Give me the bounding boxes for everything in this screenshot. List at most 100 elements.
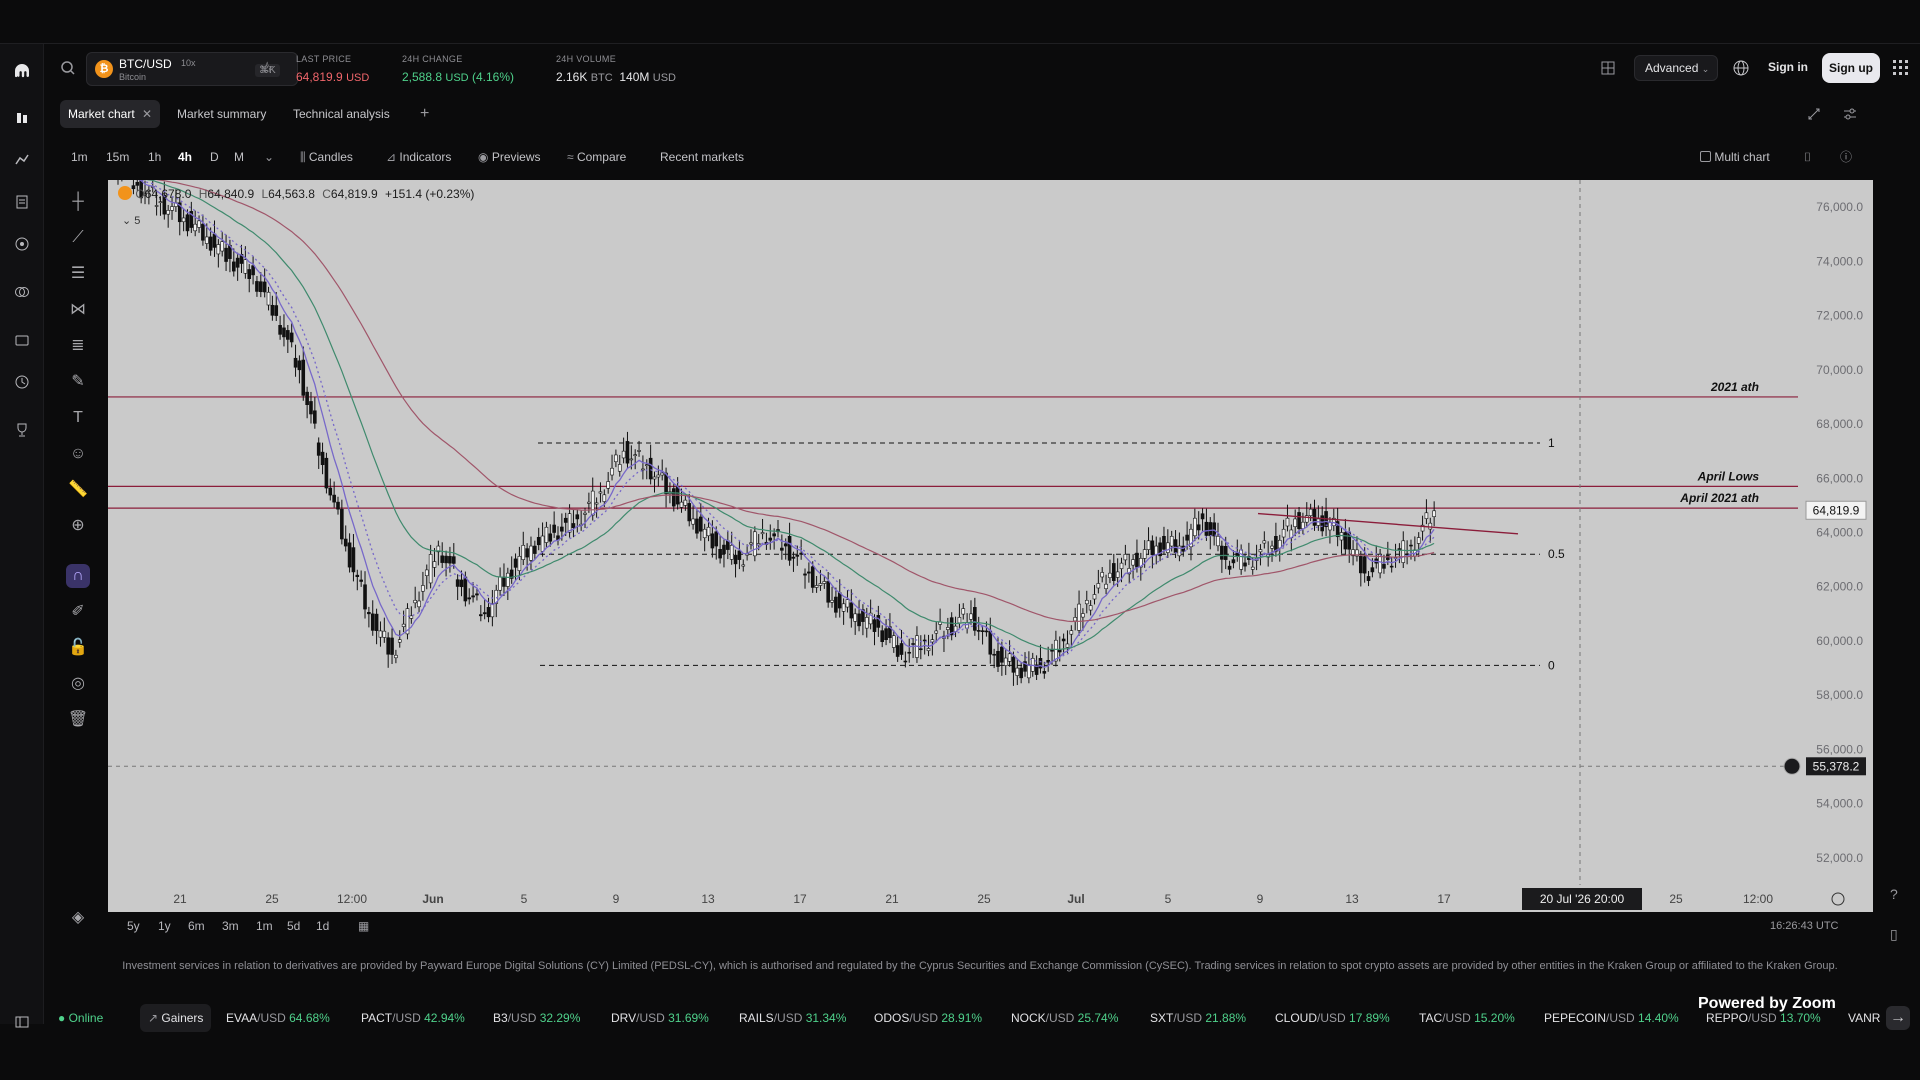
candle-body[interactable] <box>992 653 996 656</box>
candle-body[interactable] <box>340 508 344 540</box>
ticker-item[interactable]: NOCK/USD 25.74% <box>1011 1004 1118 1032</box>
candle-body[interactable] <box>278 325 282 335</box>
candle-body[interactable] <box>660 472 665 476</box>
candle-body[interactable] <box>1042 671 1047 674</box>
candle-body[interactable] <box>637 450 641 452</box>
candle-body[interactable] <box>1359 556 1363 574</box>
book-icon[interactable]: ▯ <box>1890 926 1898 943</box>
candle-body[interactable] <box>590 490 595 516</box>
candle-body[interactable] <box>247 269 252 279</box>
emoji-icon[interactable]: ☺ <box>66 442 90 466</box>
ticker-item[interactable]: PEPECOIN/USD 14.40% <box>1544 1004 1679 1032</box>
candle-body[interactable] <box>1173 539 1178 553</box>
candle-body[interactable] <box>1061 638 1066 642</box>
recent-markets-button[interactable]: Recent markets <box>660 146 744 168</box>
candle-body[interactable] <box>706 526 711 537</box>
candle-body[interactable] <box>382 630 387 638</box>
candle-body[interactable] <box>710 533 715 549</box>
text-icon[interactable]: T <box>66 406 90 430</box>
candle-body[interactable] <box>718 549 722 559</box>
candle-body[interactable] <box>1293 518 1297 528</box>
candle-body[interactable] <box>1428 522 1433 530</box>
candle-body[interactable] <box>1057 649 1062 653</box>
candles-button[interactable]: ⫼ Candles <box>300 146 353 168</box>
candle-body[interactable] <box>1135 552 1139 568</box>
candle-body[interactable] <box>266 291 271 306</box>
candle-body[interactable] <box>976 630 981 632</box>
candle-body[interactable] <box>204 236 209 244</box>
candle-body[interactable] <box>386 637 390 655</box>
candle-body[interactable] <box>1154 545 1159 556</box>
wallet-icon[interactable] <box>12 332 32 352</box>
candle-body[interactable] <box>1370 567 1375 573</box>
candle-body[interactable] <box>1220 545 1224 560</box>
candle-body[interactable] <box>1389 565 1394 568</box>
candle-body[interactable] <box>926 648 931 652</box>
candle-body[interactable] <box>737 550 742 560</box>
candle-body[interactable] <box>988 630 993 655</box>
candle-body[interactable] <box>301 359 306 396</box>
candle-body[interactable] <box>687 503 692 522</box>
ticker-item[interactable]: DRV/USD 31.69% <box>611 1004 709 1032</box>
candle-body[interactable] <box>837 592 842 609</box>
candle-body[interactable] <box>1019 667 1023 679</box>
candle-body[interactable] <box>1212 522 1216 537</box>
close-icon[interactable]: ✕ <box>142 107 152 121</box>
candle-body[interactable] <box>876 615 881 628</box>
chart-icon[interactable] <box>12 110 32 130</box>
tab-market-chart[interactable]: Market chart ✕ <box>60 100 161 128</box>
candle-body[interactable] <box>324 457 329 489</box>
candle-body[interactable] <box>787 535 792 561</box>
star-icon[interactable]: ☆ <box>260 58 274 78</box>
candle-body[interactable] <box>231 261 236 272</box>
layout-icon[interactable] <box>1600 60 1616 81</box>
candle-body[interactable] <box>521 545 526 560</box>
candle-body[interactable] <box>309 401 313 415</box>
candle-body[interactable] <box>1339 532 1344 541</box>
candle-body[interactable] <box>1223 546 1228 560</box>
candle-body[interactable] <box>768 537 773 541</box>
candle-body[interactable] <box>475 593 479 596</box>
candle-body[interactable] <box>282 327 286 338</box>
candle-body[interactable] <box>293 357 298 368</box>
candle-body[interactable] <box>795 554 800 557</box>
candle-body[interactable] <box>274 305 279 316</box>
candle-body[interactable] <box>691 518 695 525</box>
candle-body[interactable] <box>220 241 225 252</box>
candle-body[interactable] <box>158 201 163 203</box>
candle-body[interactable] <box>1100 572 1105 578</box>
candle-body[interactable] <box>884 628 888 640</box>
candle-body[interactable] <box>857 613 861 627</box>
ticker-item[interactable]: CLOUD/USD 17.89% <box>1275 1004 1390 1032</box>
candle-body[interactable] <box>1115 571 1120 578</box>
candle-body[interactable] <box>513 558 518 568</box>
candle-body[interactable] <box>1196 524 1201 531</box>
horizontal-lines-icon[interactable]: ☰ <box>66 262 90 286</box>
candle-body[interactable] <box>567 513 572 533</box>
collapse-icon[interactable] <box>1806 106 1822 127</box>
advanced-mode-select[interactable]: Advanced ⌄ <box>1634 55 1718 81</box>
drawn-trendline[interactable] <box>1257 512 1519 535</box>
candle-body[interactable] <box>818 583 823 586</box>
kraken-logo-icon[interactable] <box>12 62 32 82</box>
fib-icon[interactable]: ≣ <box>66 334 90 358</box>
candle-body[interactable] <box>1262 540 1267 544</box>
candle-body[interactable] <box>255 281 259 292</box>
candle-body[interactable] <box>957 617 962 624</box>
candle-body[interactable] <box>803 573 807 576</box>
candle-body[interactable] <box>772 533 776 537</box>
candle-body[interactable] <box>1366 576 1371 581</box>
candle-body[interactable] <box>644 464 649 467</box>
candle-body[interactable] <box>1274 535 1278 552</box>
candle-body[interactable] <box>370 613 375 631</box>
candle-body[interactable] <box>367 612 371 615</box>
candle-body[interactable] <box>807 571 811 574</box>
ema-fast-line[interactable] <box>117 172 1435 669</box>
candle-body[interactable] <box>1092 594 1097 600</box>
pencil-lock-icon[interactable]: ✐ <box>66 600 90 624</box>
range-5y[interactable]: 5y <box>127 915 140 937</box>
candle-body[interactable] <box>996 650 1000 667</box>
candle-body[interactable] <box>185 214 190 232</box>
calendar-icon[interactable]: ▦ <box>358 915 369 937</box>
candle-body[interactable] <box>1208 522 1213 537</box>
